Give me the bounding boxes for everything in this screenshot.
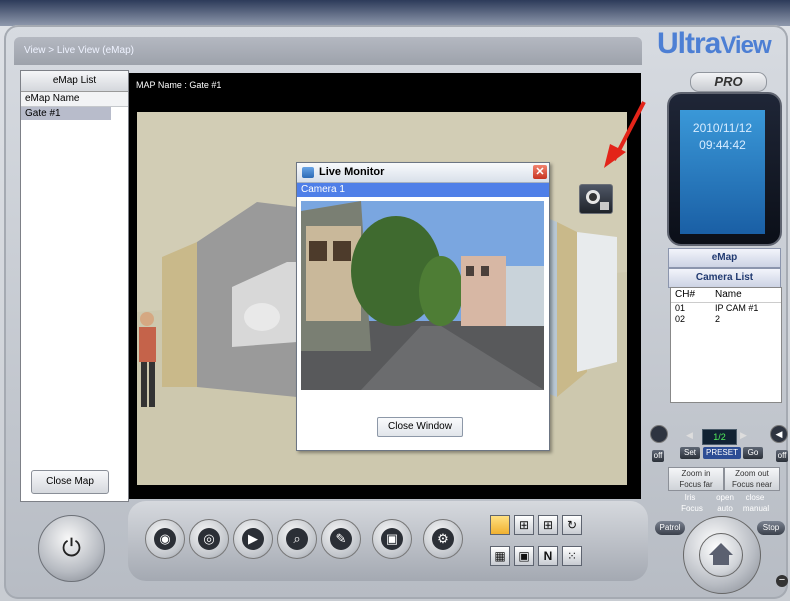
focus-manual-button[interactable]: manual bbox=[741, 504, 771, 513]
edition-badge: PRO bbox=[690, 72, 767, 92]
camera-ch: 02 bbox=[675, 314, 686, 324]
focus-near-label: Focus near bbox=[731, 480, 773, 489]
set-button[interactable]: Set bbox=[680, 447, 700, 459]
iris-close-button[interactable]: close bbox=[743, 493, 767, 502]
close-map-button[interactable]: Close Map bbox=[31, 470, 109, 494]
emap-name-column-header[interactable]: eMap Name bbox=[21, 92, 128, 107]
zoom-in-focus-far-button[interactable]: Zoom in Focus far bbox=[668, 467, 724, 491]
power-button[interactable]: ⏻ bbox=[38, 515, 105, 582]
layout-9-button[interactable]: ⊞ bbox=[538, 515, 558, 535]
preset-counter: 1/2 bbox=[702, 429, 737, 445]
edit-button[interactable]: ✎ bbox=[321, 519, 361, 559]
focus-auto-button[interactable]: auto bbox=[713, 504, 737, 513]
ch-column-header[interactable]: CH# bbox=[671, 288, 715, 302]
iris-label: Iris bbox=[684, 493, 696, 502]
ptz-left-icon[interactable] bbox=[650, 425, 668, 443]
layout-n-button[interactable]: N bbox=[538, 546, 558, 566]
iris-open-button[interactable]: open bbox=[713, 493, 737, 502]
record-icon: ◉ bbox=[154, 528, 176, 550]
camera-label: Camera 1 bbox=[297, 183, 549, 197]
zoom-minus-icon[interactable]: − bbox=[776, 575, 788, 587]
table-row[interactable]: 01 IP CAM #1 bbox=[671, 303, 781, 314]
play-icon: ▶ bbox=[242, 528, 264, 550]
camera-list-table: CH# Name 01 IP CAM #1 02 2 bbox=[670, 287, 782, 403]
focus-label: Focus bbox=[681, 504, 703, 513]
live-view-button[interactable]: ◎ bbox=[189, 519, 229, 559]
app-icon bbox=[302, 167, 314, 178]
logo-suffix: View bbox=[720, 32, 771, 59]
record-button[interactable]: ◉ bbox=[145, 519, 185, 559]
emap-button[interactable]: eMap bbox=[668, 248, 781, 268]
breadcrumb: View > Live View (eMap) bbox=[14, 37, 642, 65]
layout-4-button[interactable]: ⊞ bbox=[514, 515, 534, 535]
camera-list-header: CH# Name bbox=[671, 288, 781, 303]
top-strip bbox=[0, 0, 790, 26]
name-column-header[interactable]: Name bbox=[715, 288, 781, 302]
gear-icon: ⚙ bbox=[432, 528, 454, 550]
live-monitor-title: Live Monitor bbox=[319, 166, 385, 178]
red-arrow-annotation bbox=[604, 101, 646, 168]
layout-16-button[interactable]: ▦ bbox=[490, 546, 510, 566]
emap-list-item[interactable]: Gate #1 bbox=[21, 107, 111, 120]
settings-button[interactable]: ⚙ bbox=[423, 519, 463, 559]
camera-scene bbox=[301, 201, 544, 390]
layout-1-button[interactable] bbox=[490, 515, 510, 535]
camera-name: 2 bbox=[715, 314, 721, 324]
brick-pillar-left bbox=[162, 242, 197, 387]
speaker-icon[interactable]: ◀ bbox=[770, 425, 788, 443]
off-button[interactable]: off bbox=[652, 450, 664, 462]
backup-icon: ▣ bbox=[381, 528, 403, 550]
stop-button[interactable]: Stop bbox=[757, 521, 785, 535]
edit-icon: ✎ bbox=[330, 528, 352, 550]
eye-icon: ◎ bbox=[198, 528, 220, 550]
camera-list-button[interactable]: Camera List bbox=[668, 268, 781, 288]
backup-button[interactable]: ▣ bbox=[372, 519, 412, 559]
map-camera-icon[interactable] bbox=[579, 184, 613, 214]
emap-list-header: eMap List bbox=[21, 71, 128, 92]
brand-logo: UltraView bbox=[657, 27, 772, 61]
search-icon: ⌕ bbox=[286, 528, 308, 550]
search-button[interactable]: ⌕ bbox=[277, 519, 317, 559]
person-icon bbox=[140, 312, 154, 326]
close-window-button[interactable]: Close Window bbox=[377, 417, 463, 437]
go-button[interactable]: Go bbox=[743, 447, 763, 459]
preset-label: PRESET bbox=[703, 447, 741, 459]
zoom-out-label: Zoom out bbox=[735, 469, 769, 478]
camera-video-feed bbox=[301, 201, 544, 390]
next-preset-icon[interactable]: ▶ bbox=[740, 430, 750, 440]
camera-ch: 01 bbox=[675, 303, 686, 313]
prev-preset-icon[interactable]: ◀ bbox=[686, 430, 696, 440]
camera-name: IP CAM #1 bbox=[715, 303, 759, 313]
focus-far-label: Focus far bbox=[679, 480, 713, 489]
playback-button[interactable]: ▶ bbox=[233, 519, 273, 559]
power-icon: ⏻ bbox=[62, 535, 81, 562]
layout-dots-button[interactable]: ⁙ bbox=[562, 546, 582, 566]
table-row[interactable]: 02 2 bbox=[671, 314, 781, 325]
camera-glyph bbox=[586, 190, 609, 210]
zoom-out-focus-near-button[interactable]: Zoom out Focus near bbox=[724, 467, 780, 491]
off-button-right[interactable]: off bbox=[776, 450, 788, 462]
home-glyph bbox=[709, 543, 733, 565]
map-name-label: MAP Name : Gate #1 bbox=[136, 80, 222, 90]
app-window: View > Live View (eMap) eMap List eMap N… bbox=[0, 0, 790, 601]
patrol-button[interactable]: Patrol bbox=[655, 521, 685, 535]
close-icon[interactable]: ✕ bbox=[533, 165, 547, 179]
layout-single-button[interactable]: ▣ bbox=[514, 546, 534, 566]
logo-main: Ultra bbox=[657, 27, 721, 60]
clock-time: 09:44:42 bbox=[699, 138, 746, 152]
live-monitor-titlebar[interactable]: Live Monitor ✕ bbox=[297, 163, 549, 183]
home-icon[interactable] bbox=[699, 533, 743, 577]
clock-date: 2010/11/12 bbox=[692, 121, 753, 135]
rotate-layout-button[interactable]: ↻ bbox=[562, 515, 582, 535]
live-monitor-window[interactable]: Live Monitor ✕ Camera 1 Close Window bbox=[296, 162, 550, 451]
zoom-in-label: Zoom in bbox=[681, 469, 711, 478]
emap-list-panel: eMap List eMap Name Gate #1 bbox=[20, 70, 129, 502]
